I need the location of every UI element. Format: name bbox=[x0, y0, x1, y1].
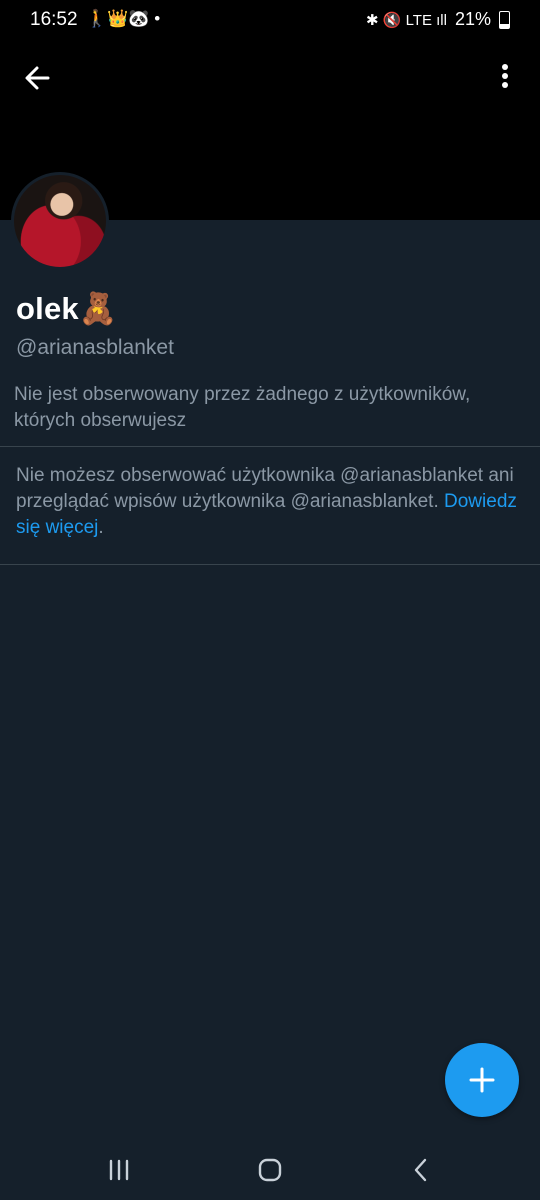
avatar[interactable] bbox=[11, 172, 109, 270]
profile-handle: @arianasblanket bbox=[16, 336, 174, 359]
recent-apps-icon bbox=[109, 1159, 129, 1181]
more-vertical-icon bbox=[502, 64, 508, 88]
divider bbox=[0, 446, 540, 447]
system-navigation-bar bbox=[0, 1140, 540, 1200]
followers-you-know-note: Nie jest obserwowany przez żadnego z uży… bbox=[14, 384, 471, 431]
blocked-notice-suffix: . bbox=[98, 517, 104, 538]
blocked-notice: Nie możesz obserwować użytkownika @arian… bbox=[16, 463, 526, 541]
blocked-notice-text: Nie możesz obserwować użytkownika @arian… bbox=[16, 465, 514, 512]
status-time: 16:52 bbox=[30, 9, 78, 30]
home-icon bbox=[258, 1158, 282, 1182]
status-system-icons: ✱ 🔇 LTE ıll 21% bbox=[366, 9, 510, 30]
compose-button[interactable] bbox=[445, 1043, 519, 1117]
status-notification-icons: 🚶👑🐼 • bbox=[86, 9, 161, 28]
divider bbox=[0, 564, 540, 565]
more-options-button[interactable] bbox=[490, 60, 520, 96]
status-connectivity-icons: ✱ 🔇 LTE ıll bbox=[365, 11, 447, 29]
chevron-left-icon bbox=[414, 1158, 427, 1182]
profile-name: olek🧸 bbox=[16, 291, 118, 326]
recent-apps-button[interactable] bbox=[95, 1148, 143, 1192]
arrow-left-icon bbox=[25, 66, 50, 90]
back-button[interactable] bbox=[20, 60, 56, 96]
system-back-button[interactable] bbox=[397, 1148, 445, 1192]
battery-percent: 21% bbox=[454, 9, 491, 29]
home-button[interactable] bbox=[246, 1148, 294, 1192]
battery-icon bbox=[499, 10, 510, 29]
plus-icon bbox=[469, 1067, 495, 1093]
status-bar: 16:52 🚶👑🐼 • ✱ 🔇 LTE ıll 21% bbox=[0, 0, 540, 40]
